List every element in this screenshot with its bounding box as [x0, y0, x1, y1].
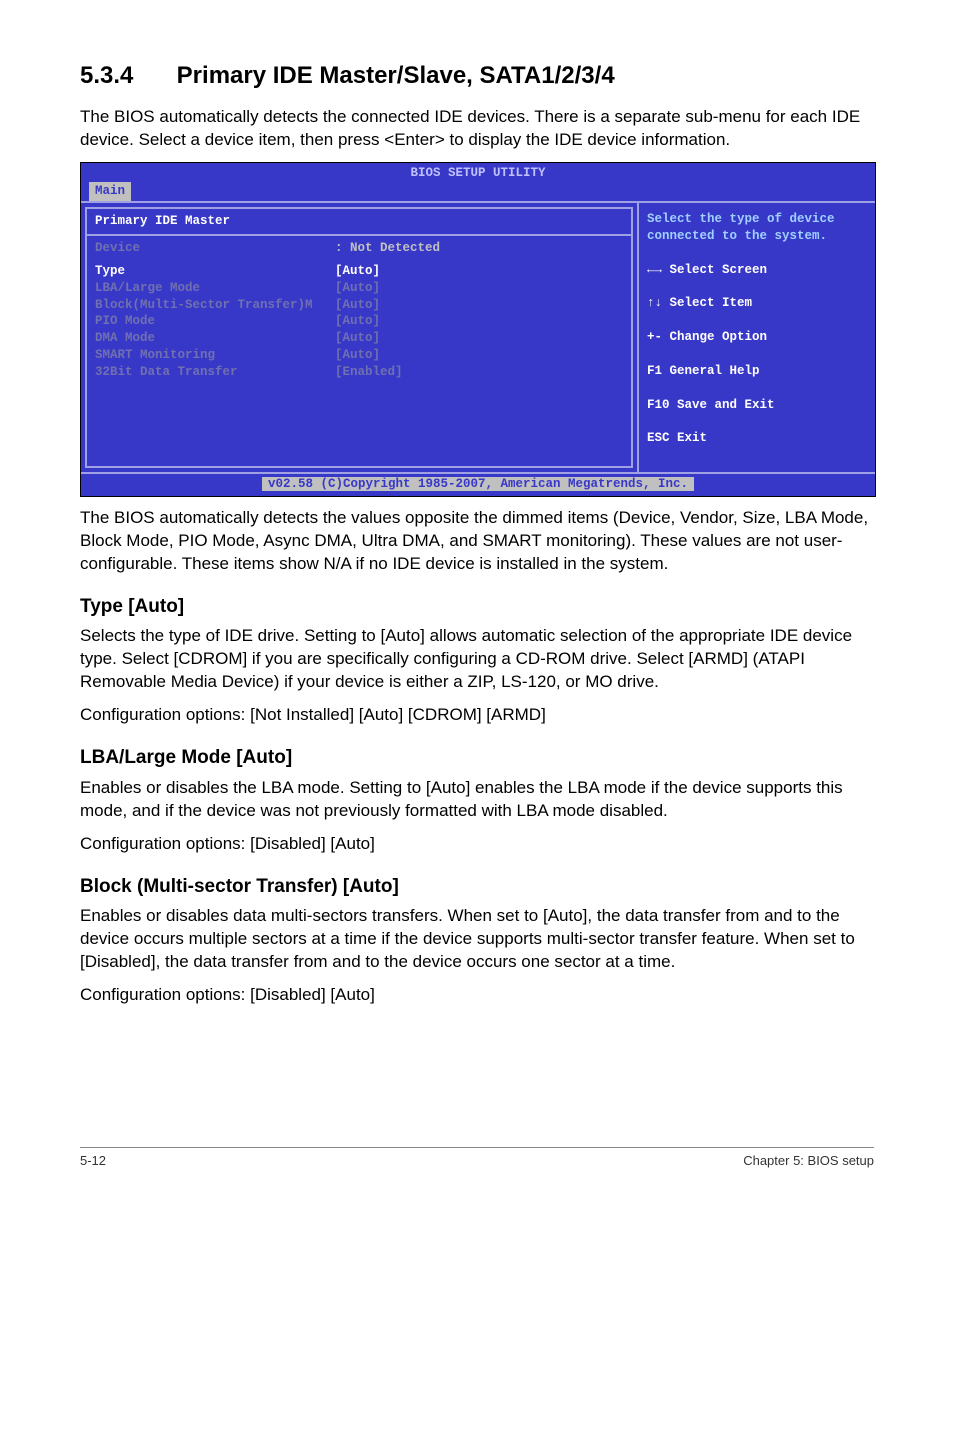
bios-key-row: ↑↓ Select Item [647, 295, 867, 312]
bios-setting-label: Block(Multi-Sector Transfer)M [95, 297, 335, 314]
lba-options: Configuration options: [Disabled] [Auto] [80, 833, 874, 856]
type-options: Configuration options: [Not Installed] [… [80, 704, 874, 727]
bios-key-row: ←→ Select Screen [647, 262, 867, 279]
bios-setting-label: 32Bit Data Transfer [95, 364, 335, 381]
bios-setting-value: [Auto] [335, 297, 380, 314]
bios-setting-row: Block(Multi-Sector Transfer)M [Auto] [95, 297, 623, 314]
bios-setting-value: [Auto] [335, 263, 380, 280]
bios-setting-label: LBA/Large Mode [95, 280, 335, 297]
bios-key-row: ESC Exit [647, 430, 867, 447]
bios-panel-title: Primary IDE Master [95, 213, 623, 232]
block-options: Configuration options: [Disabled] [Auto] [80, 984, 874, 1007]
bios-left-panel: Primary IDE Master Device : Not Detected… [85, 207, 633, 468]
bios-setting-row: Type [Auto] [95, 263, 623, 280]
bios-setting-label: DMA Mode [95, 330, 335, 347]
bios-setting-label: PIO Mode [95, 313, 335, 330]
bios-setting-row: 32Bit Data Transfer [Enabled] [95, 364, 623, 381]
bios-setting-value: [Auto] [335, 313, 380, 330]
bios-tab-main: Main [89, 182, 131, 201]
bios-setting-row: LBA/Large Mode [Auto] [95, 280, 623, 297]
bios-key-row: +- Change Option [647, 329, 867, 346]
bios-setting-row: SMART Monitoring [Auto] [95, 347, 623, 364]
bios-screenshot: BIOS SETUP UTILITY Main Primary IDE Mast… [80, 162, 876, 497]
bios-setting-value: [Auto] [335, 347, 380, 364]
section-heading: 5.3.4 Primary IDE Master/Slave, SATA1/2/… [80, 60, 874, 92]
block-heading: Block (Multi-sector Transfer) [Auto] [80, 874, 874, 900]
block-body: Enables or disables data multi-sectors t… [80, 905, 874, 974]
bios-setting-value: [Auto] [335, 280, 380, 297]
bios-title: BIOS SETUP UTILITY [81, 163, 875, 182]
type-body: Selects the type of IDE drive. Setting t… [80, 625, 874, 694]
lba-heading: LBA/Large Mode [Auto] [80, 745, 874, 771]
page-footer: 5-12 Chapter 5: BIOS setup [80, 1147, 874, 1170]
bios-setting-row: DMA Mode [Auto] [95, 330, 623, 347]
bios-divider [87, 234, 631, 236]
bios-key-row: F10 Save and Exit [647, 397, 867, 414]
bios-right-panel: Select the type of device connected to t… [637, 203, 875, 472]
bios-device-label: Device [95, 240, 335, 257]
bios-help-text: Select the type of device connected to t… [647, 211, 867, 245]
bios-key-row: F1 General Help [647, 363, 867, 380]
bios-footer-text: v02.58 (C)Copyright 1985-2007, American … [262, 477, 694, 491]
bios-setting-label: SMART Monitoring [95, 347, 335, 364]
bios-setting-value: [Enabled] [335, 364, 403, 381]
after-bios-paragraph: The BIOS automatically detects the value… [80, 507, 874, 576]
bios-device-value: : Not Detected [335, 240, 440, 257]
bios-setting-label: Type [95, 263, 335, 280]
bios-setting-value: [Auto] [335, 330, 380, 347]
bios-key-legend: ←→ Select Screen ↑↓ Select Item +- Chang… [647, 245, 867, 464]
bios-tab-row: Main [81, 182, 875, 201]
lba-body: Enables or disables the LBA mode. Settin… [80, 777, 874, 823]
page-number: 5-12 [80, 1152, 106, 1170]
chapter-label: Chapter 5: BIOS setup [743, 1152, 874, 1170]
bios-setting-row: PIO Mode [Auto] [95, 313, 623, 330]
bios-footer: v02.58 (C)Copyright 1985-2007, American … [81, 472, 875, 496]
section-title: Primary IDE Master/Slave, SATA1/2/3/4 [177, 62, 615, 89]
bios-device-row: Device : Not Detected [95, 240, 623, 257]
intro-paragraph: The BIOS automatically detects the conne… [80, 106, 874, 152]
type-heading: Type [Auto] [80, 594, 874, 620]
section-number: 5.3.4 [80, 60, 170, 92]
